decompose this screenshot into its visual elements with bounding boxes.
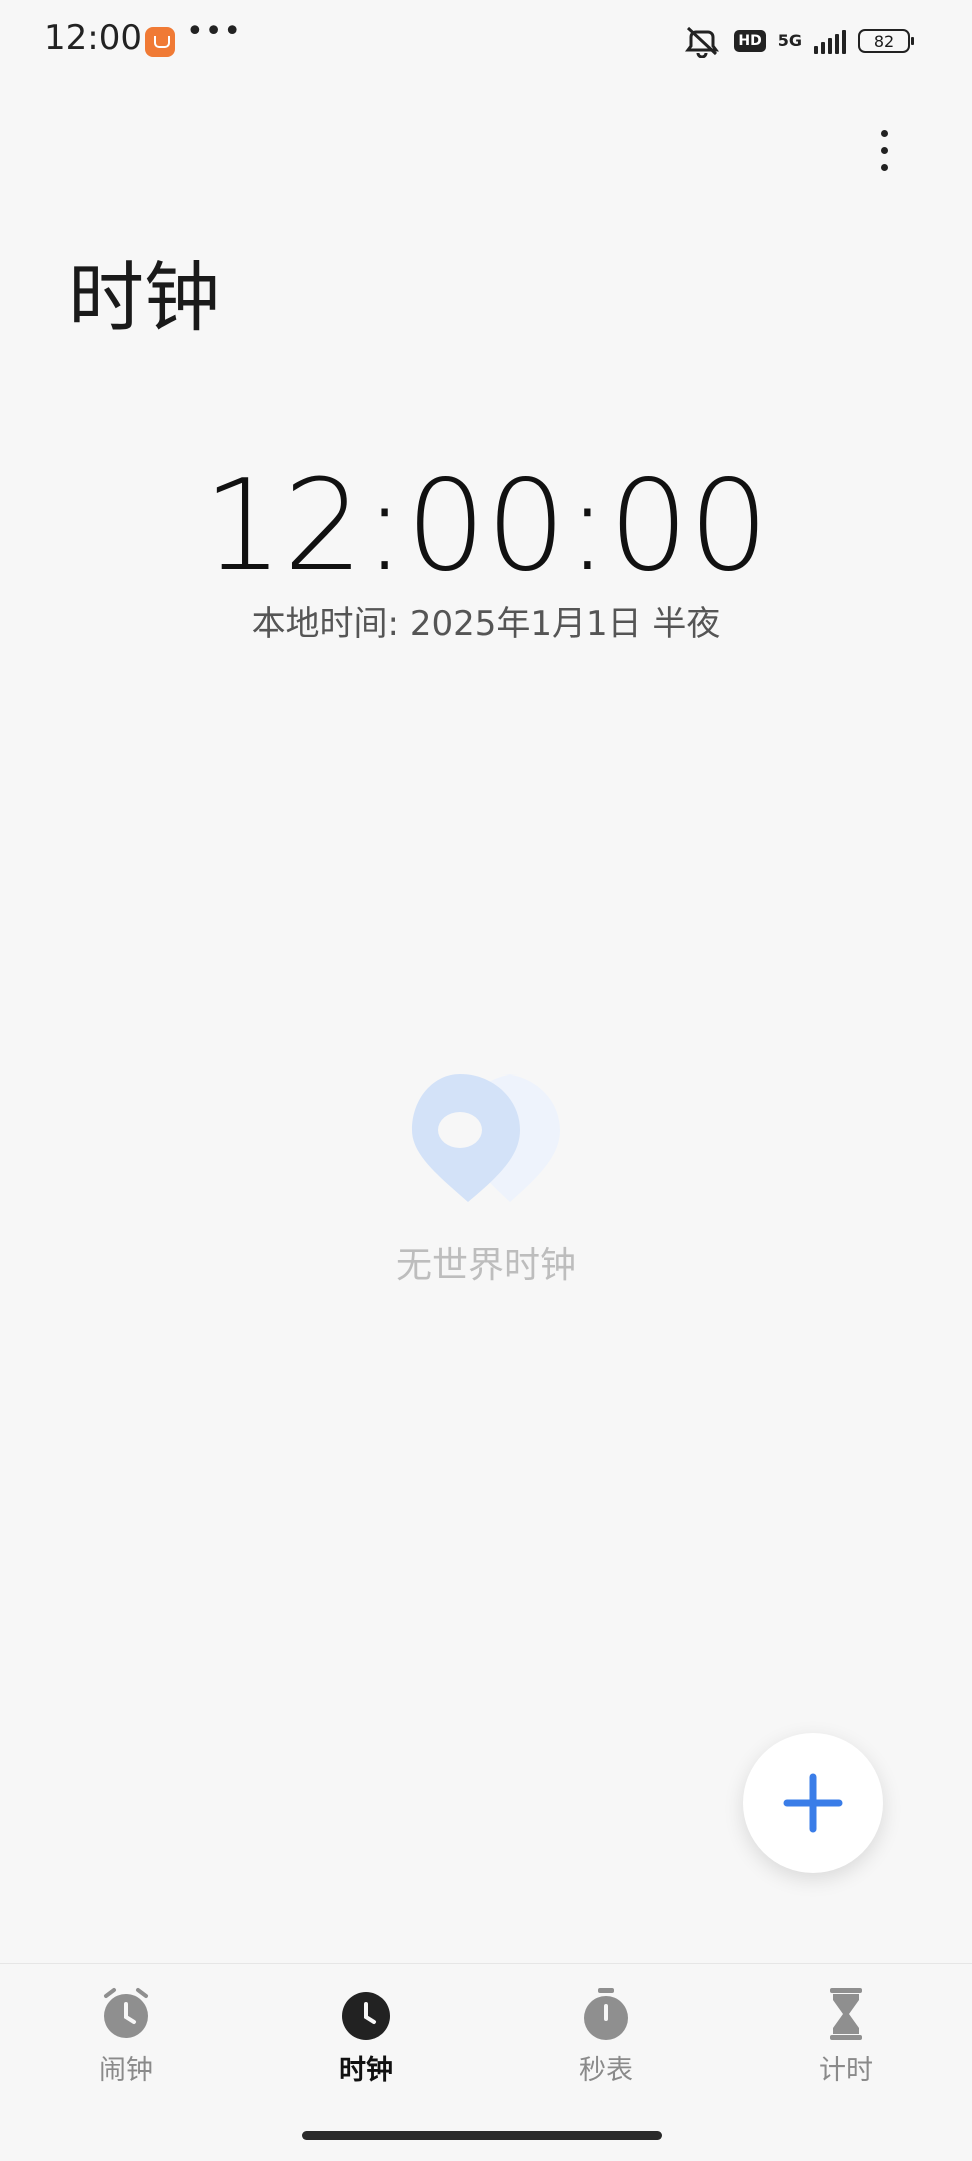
more-notifications-icon: ••• xyxy=(186,14,243,49)
more-dot-icon xyxy=(880,163,888,171)
status-time: 12:00 xyxy=(44,18,142,58)
tab-timer[interactable]: 计时 xyxy=(776,1986,916,2096)
hd-icon: HD xyxy=(734,30,766,52)
add-world-clock-button[interactable] xyxy=(743,1733,883,1873)
page-title: 时钟 xyxy=(68,253,220,342)
home-indicator[interactable] xyxy=(302,2131,662,2140)
local-time: 12:00:00 xyxy=(203,452,769,599)
signal-icon xyxy=(814,28,846,54)
tab-label: 时钟 xyxy=(339,2055,393,2086)
battery-level: 82 xyxy=(873,31,895,51)
tab-alarm[interactable]: 闹钟 xyxy=(56,1986,196,2096)
empty-state-text: 无世界时钟 xyxy=(395,1245,576,1286)
mute-vibrate-icon xyxy=(685,26,720,58)
location-pin-icon xyxy=(412,1074,560,1202)
tab-stopwatch[interactable]: 秒表 xyxy=(536,1986,676,2096)
status-icons: HD 5G 82 xyxy=(682,24,914,58)
tab-clock[interactable]: 时钟 xyxy=(296,1986,436,2096)
hourglass-icon xyxy=(830,1988,862,2040)
network-type: 5G xyxy=(777,31,802,50)
more-dot-icon xyxy=(880,146,888,154)
battery-icon: 82 xyxy=(858,29,914,53)
more-options-button[interactable] xyxy=(862,120,906,180)
store-app-icon xyxy=(145,27,175,57)
more-dot-icon xyxy=(880,129,888,137)
tab-label: 秒表 xyxy=(579,2055,633,2086)
tab-label: 闹钟 xyxy=(99,2055,153,2086)
plus-icon xyxy=(783,1773,843,1833)
status-bar: 12:00 ••• HD 5G 82 xyxy=(0,0,972,80)
tab-label: 计时 xyxy=(819,2055,873,2086)
alarm-clock-icon xyxy=(104,1988,148,2038)
local-date: 本地时间: 2025年1月1日 半夜 xyxy=(251,604,721,644)
stopwatch-icon xyxy=(584,1988,628,2040)
clock-icon xyxy=(342,1992,390,2040)
